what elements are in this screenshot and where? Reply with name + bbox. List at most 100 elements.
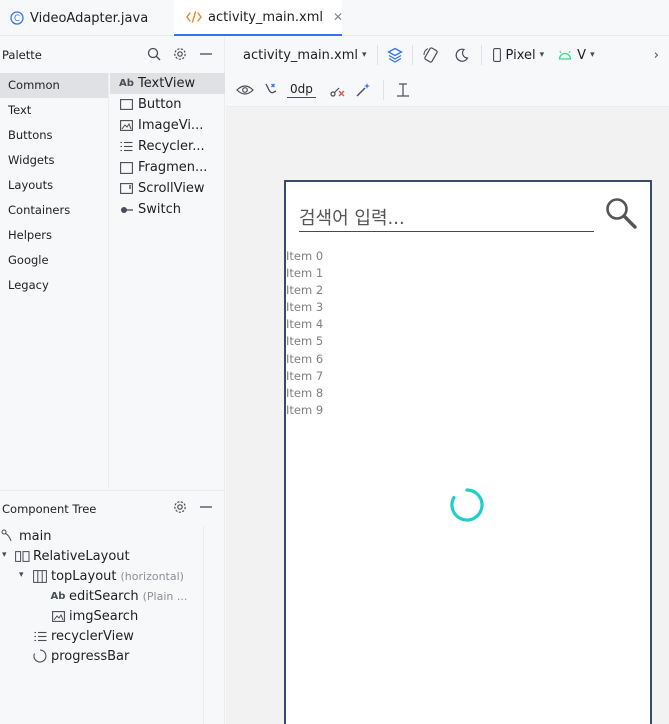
palette-panel: Palette Common Text Buttons Widgets Layo… — [0, 37, 225, 724]
relativelayout-icon — [14, 550, 30, 562]
palette-category-widgets[interactable]: Widgets — [0, 148, 108, 173]
palette-category-google[interactable]: Google — [0, 248, 108, 273]
tree-node-progressbar[interactable]: progressBar — [32, 646, 129, 666]
java-class-icon: C — [10, 11, 24, 25]
tree-node-label: recyclerView — [51, 628, 134, 644]
imageview-icon — [50, 610, 66, 622]
list-item[interactable]: Item 0 — [286, 248, 323, 265]
palette-item-imageview[interactable]: ImageVi... — [110, 115, 225, 136]
palette-item-button[interactable]: Button — [110, 94, 225, 115]
file-selector[interactable]: activity_main.xml ▾ — [243, 48, 367, 63]
svg-text:C: C — [14, 14, 20, 24]
toolbar-divider — [382, 79, 384, 100]
palette-category-containers[interactable]: Containers — [0, 198, 108, 223]
palette-item-textview[interactable]: Ab TextView — [110, 73, 225, 94]
palette-category-common[interactable]: Common — [0, 73, 108, 98]
palette-item-fragment[interactable]: Fragmen... — [110, 157, 225, 178]
recycler-list[interactable]: Item 0 Item 1 Item 2 Item 3 Item 4 Item … — [286, 248, 323, 419]
gear-icon[interactable] — [173, 500, 187, 517]
list-item[interactable]: Item 6 — [286, 351, 323, 368]
palette-item-label: Recycler... — [138, 139, 205, 154]
device-preview[interactable]: 검색어 입력... Item 0 Item 1 Item 2 Item 3 It… — [284, 180, 652, 724]
tab-activity-main-xml[interactable]: activity_main.xml ✕ — [174, 0, 343, 36]
tree-node-editsearch[interactable]: Ab editSearch (Plain ... — [50, 586, 188, 606]
toolbar-divider — [411, 45, 413, 65]
minimize-icon[interactable] — [199, 47, 213, 64]
list-item[interactable]: Item 2 — [286, 282, 323, 299]
palette-category-buttons[interactable]: Buttons — [0, 123, 108, 148]
minimize-icon[interactable] — [199, 500, 213, 517]
progressbar-icon — [32, 649, 48, 663]
tree-node-toplayout[interactable]: topLayout (horizontal) — [32, 566, 184, 586]
imageview-icon — [119, 120, 134, 131]
tree-node-main[interactable]: main — [0, 526, 51, 546]
list-item[interactable]: Item 8 — [286, 385, 323, 402]
gear-icon[interactable] — [173, 47, 187, 64]
search-input[interactable]: 검색어 입력... — [299, 202, 594, 232]
search-icon[interactable] — [604, 196, 638, 233]
magnet-icon[interactable] — [263, 82, 279, 98]
eye-icon[interactable] — [236, 84, 254, 96]
tree-node-recyclerview[interactable]: recyclerView — [32, 626, 134, 646]
list-item[interactable]: Item 4 — [286, 316, 323, 333]
scrollview-icon — [119, 183, 134, 194]
list-item[interactable]: Item 9 — [286, 402, 323, 419]
tab-videoadapter-java[interactable]: C VideoAdapter.java — [10, 0, 148, 36]
button-icon — [119, 99, 134, 110]
chevron-right-icon[interactable]: › — [654, 48, 659, 63]
search-icon[interactable] — [147, 47, 161, 64]
textview-icon: Ab — [119, 78, 134, 89]
list-item[interactable]: Item 1 — [286, 265, 323, 282]
palette-item-label: Button — [138, 97, 182, 112]
api-level-selector[interactable]: V ▾ — [558, 48, 595, 63]
toolbar-divider — [480, 45, 482, 65]
component-tree: main ▾ RelativeLayout ▾ topLayout (horiz… — [0, 526, 204, 724]
progress-spinner-icon — [449, 487, 485, 526]
tree-node-label: progressBar — [51, 648, 130, 664]
palette-item-switch[interactable]: Switch — [110, 199, 225, 220]
tree-node-label: editSearch — [69, 588, 139, 604]
toolbar-divider — [376, 45, 378, 65]
clear-constraints-icon[interactable] — [330, 82, 346, 98]
palette-category-layouts[interactable]: Layouts — [0, 173, 108, 198]
palette-item-label: Switch — [138, 202, 181, 217]
baseline-icon[interactable] — [396, 82, 410, 98]
palette-category-legacy[interactable]: Legacy — [0, 273, 108, 298]
tree-node-sub: (Plain ... — [142, 589, 188, 603]
close-icon[interactable]: ✕ — [333, 10, 343, 24]
default-margin-selector[interactable]: 0dp — [287, 82, 316, 98]
chevron-down-icon: ▾ — [362, 50, 367, 60]
list-item[interactable]: Item 7 — [286, 368, 323, 385]
phone-icon — [492, 48, 501, 62]
magic-wand-icon[interactable] — [355, 82, 371, 98]
component-tree-header: Component Tree — [0, 490, 225, 526]
textview-icon: Ab — [50, 590, 66, 602]
chevron-down-icon: ▾ — [539, 50, 545, 60]
recyclerview-icon — [32, 631, 48, 642]
tab-label: VideoAdapter.java — [30, 10, 149, 26]
chevron-down-icon[interactable]: ▾ — [2, 550, 7, 560]
design-toolbar: activity_main.xml ▾ Pixel ▾ V ▾ › — [226, 37, 669, 73]
palette-category-text[interactable]: Text — [0, 98, 108, 123]
night-mode-icon[interactable] — [454, 48, 469, 63]
tree-node-sub: (horizontal) — [120, 569, 184, 583]
palette-item-label: ImageVi... — [138, 118, 204, 133]
palette-item-scrollview[interactable]: ScrollView — [110, 178, 225, 199]
palette-categories: Common Text Buttons Widgets Layouts Cont… — [0, 73, 109, 488]
orientation-icon[interactable] — [422, 46, 440, 64]
palette-item-label: Fragmen... — [138, 160, 208, 175]
list-item[interactable]: Item 5 — [286, 333, 323, 350]
tree-node-relativelayout[interactable]: RelativeLayout — [14, 546, 130, 566]
tab-label: activity_main.xml — [208, 9, 324, 25]
palette-item-label: TextView — [138, 76, 196, 91]
chevron-down-icon[interactable]: ▾ — [19, 570, 24, 580]
layers-icon[interactable] — [386, 47, 403, 63]
palette-item-recyclerview[interactable]: Recycler... — [110, 136, 225, 157]
list-item[interactable]: Item 3 — [286, 299, 323, 316]
linearlayout-icon — [32, 569, 48, 583]
recyclerview-icon — [119, 141, 134, 152]
palette-category-helpers[interactable]: Helpers — [0, 223, 108, 248]
device-selector[interactable]: Pixel ▾ — [492, 48, 545, 63]
switch-icon — [119, 206, 134, 214]
tree-node-imgsearch[interactable]: imgSearch — [50, 606, 138, 626]
